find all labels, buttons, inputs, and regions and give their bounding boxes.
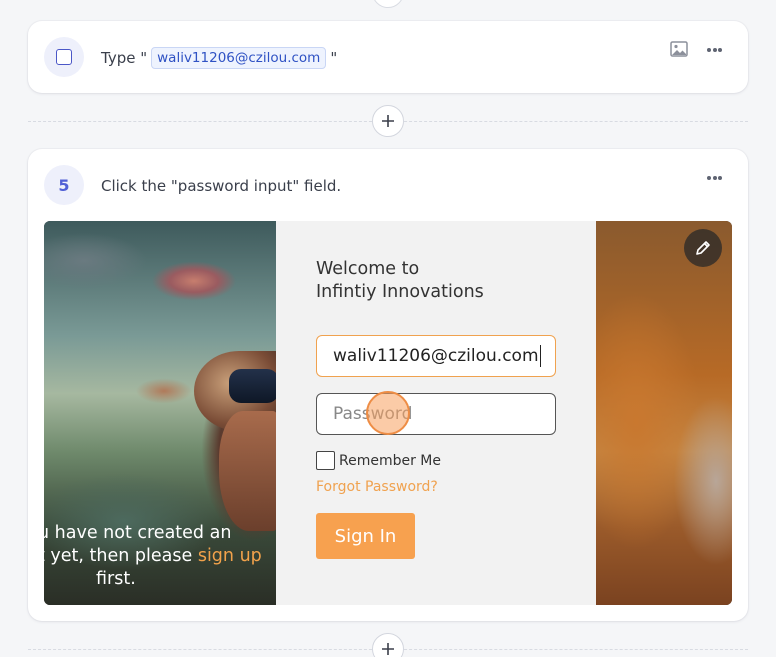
login-panel: Welcome to Infintiy Innovations waliv112…: [276, 221, 596, 605]
step-screenshot[interactable]: u have not created an t yet, then please…: [44, 221, 732, 605]
welcome-line-2: Infintiy Innovations: [316, 282, 484, 302]
add-step-button[interactable]: [372, 105, 404, 137]
image-icon[interactable]: [670, 41, 688, 57]
signup-line-2-prefix: t yet, then please: [44, 546, 198, 566]
password-field[interactable]: Password: [316, 393, 556, 435]
remember-checkbox[interactable]: [316, 451, 335, 470]
art-visor: [229, 369, 279, 403]
more-options-icon[interactable]: [707, 172, 722, 184]
add-step-button[interactable]: [372, 633, 404, 657]
signup-line-3: first.: [96, 569, 136, 589]
signup-prompt: u have not created an t yet, then please…: [44, 522, 276, 591]
step-4-suffix: ": [330, 49, 338, 67]
signup-line-1: u have not created an: [44, 523, 232, 543]
forgot-password-link[interactable]: Forgot Password?: [316, 479, 438, 495]
art-face: [219, 411, 279, 531]
step-number: 5: [58, 175, 70, 195]
step-badge-4[interactable]: [44, 37, 84, 77]
pencil-icon: [696, 241, 710, 255]
welcome-line-1: Welcome to: [316, 259, 420, 279]
step-5-text: Click the "password input" field.: [101, 177, 342, 195]
remember-label: Remember Me: [339, 452, 441, 469]
remember-me[interactable]: Remember Me: [316, 451, 441, 470]
step-card-4: Type " waliv11206@czilou.com ": [28, 21, 748, 93]
email-field[interactable]: waliv11206@czilou.com: [316, 335, 556, 377]
step-4-text: Type " waliv11206@czilou.com ": [101, 47, 337, 69]
checkbox-icon[interactable]: [56, 49, 72, 65]
background-artwork: u have not created an t yet, then please…: [44, 221, 284, 605]
click-indicator: [366, 391, 410, 435]
typed-value-chip: waliv11206@czilou.com: [151, 47, 327, 69]
text-caret: [539, 345, 542, 367]
more-options-icon[interactable]: [707, 44, 722, 56]
step-4-prefix: Type ": [101, 49, 148, 67]
email-value: waliv11206@czilou.com: [333, 346, 539, 366]
add-step-button-top[interactable]: [372, 0, 404, 8]
plus-icon: [382, 643, 394, 655]
sign-in-button[interactable]: Sign In: [316, 513, 415, 559]
background-artwork-right: [596, 221, 732, 605]
step-badge-5: 5: [44, 165, 84, 205]
signup-line-2: t yet, then please sign up: [44, 545, 262, 568]
signup-link[interactable]: sign up: [198, 546, 262, 566]
step-card-5: 5 Click the "password input" field. u ha…: [28, 149, 748, 621]
plus-icon: [382, 115, 394, 127]
welcome-heading: Welcome to Infintiy Innovations: [316, 258, 484, 304]
edit-screenshot-button[interactable]: [684, 229, 722, 267]
